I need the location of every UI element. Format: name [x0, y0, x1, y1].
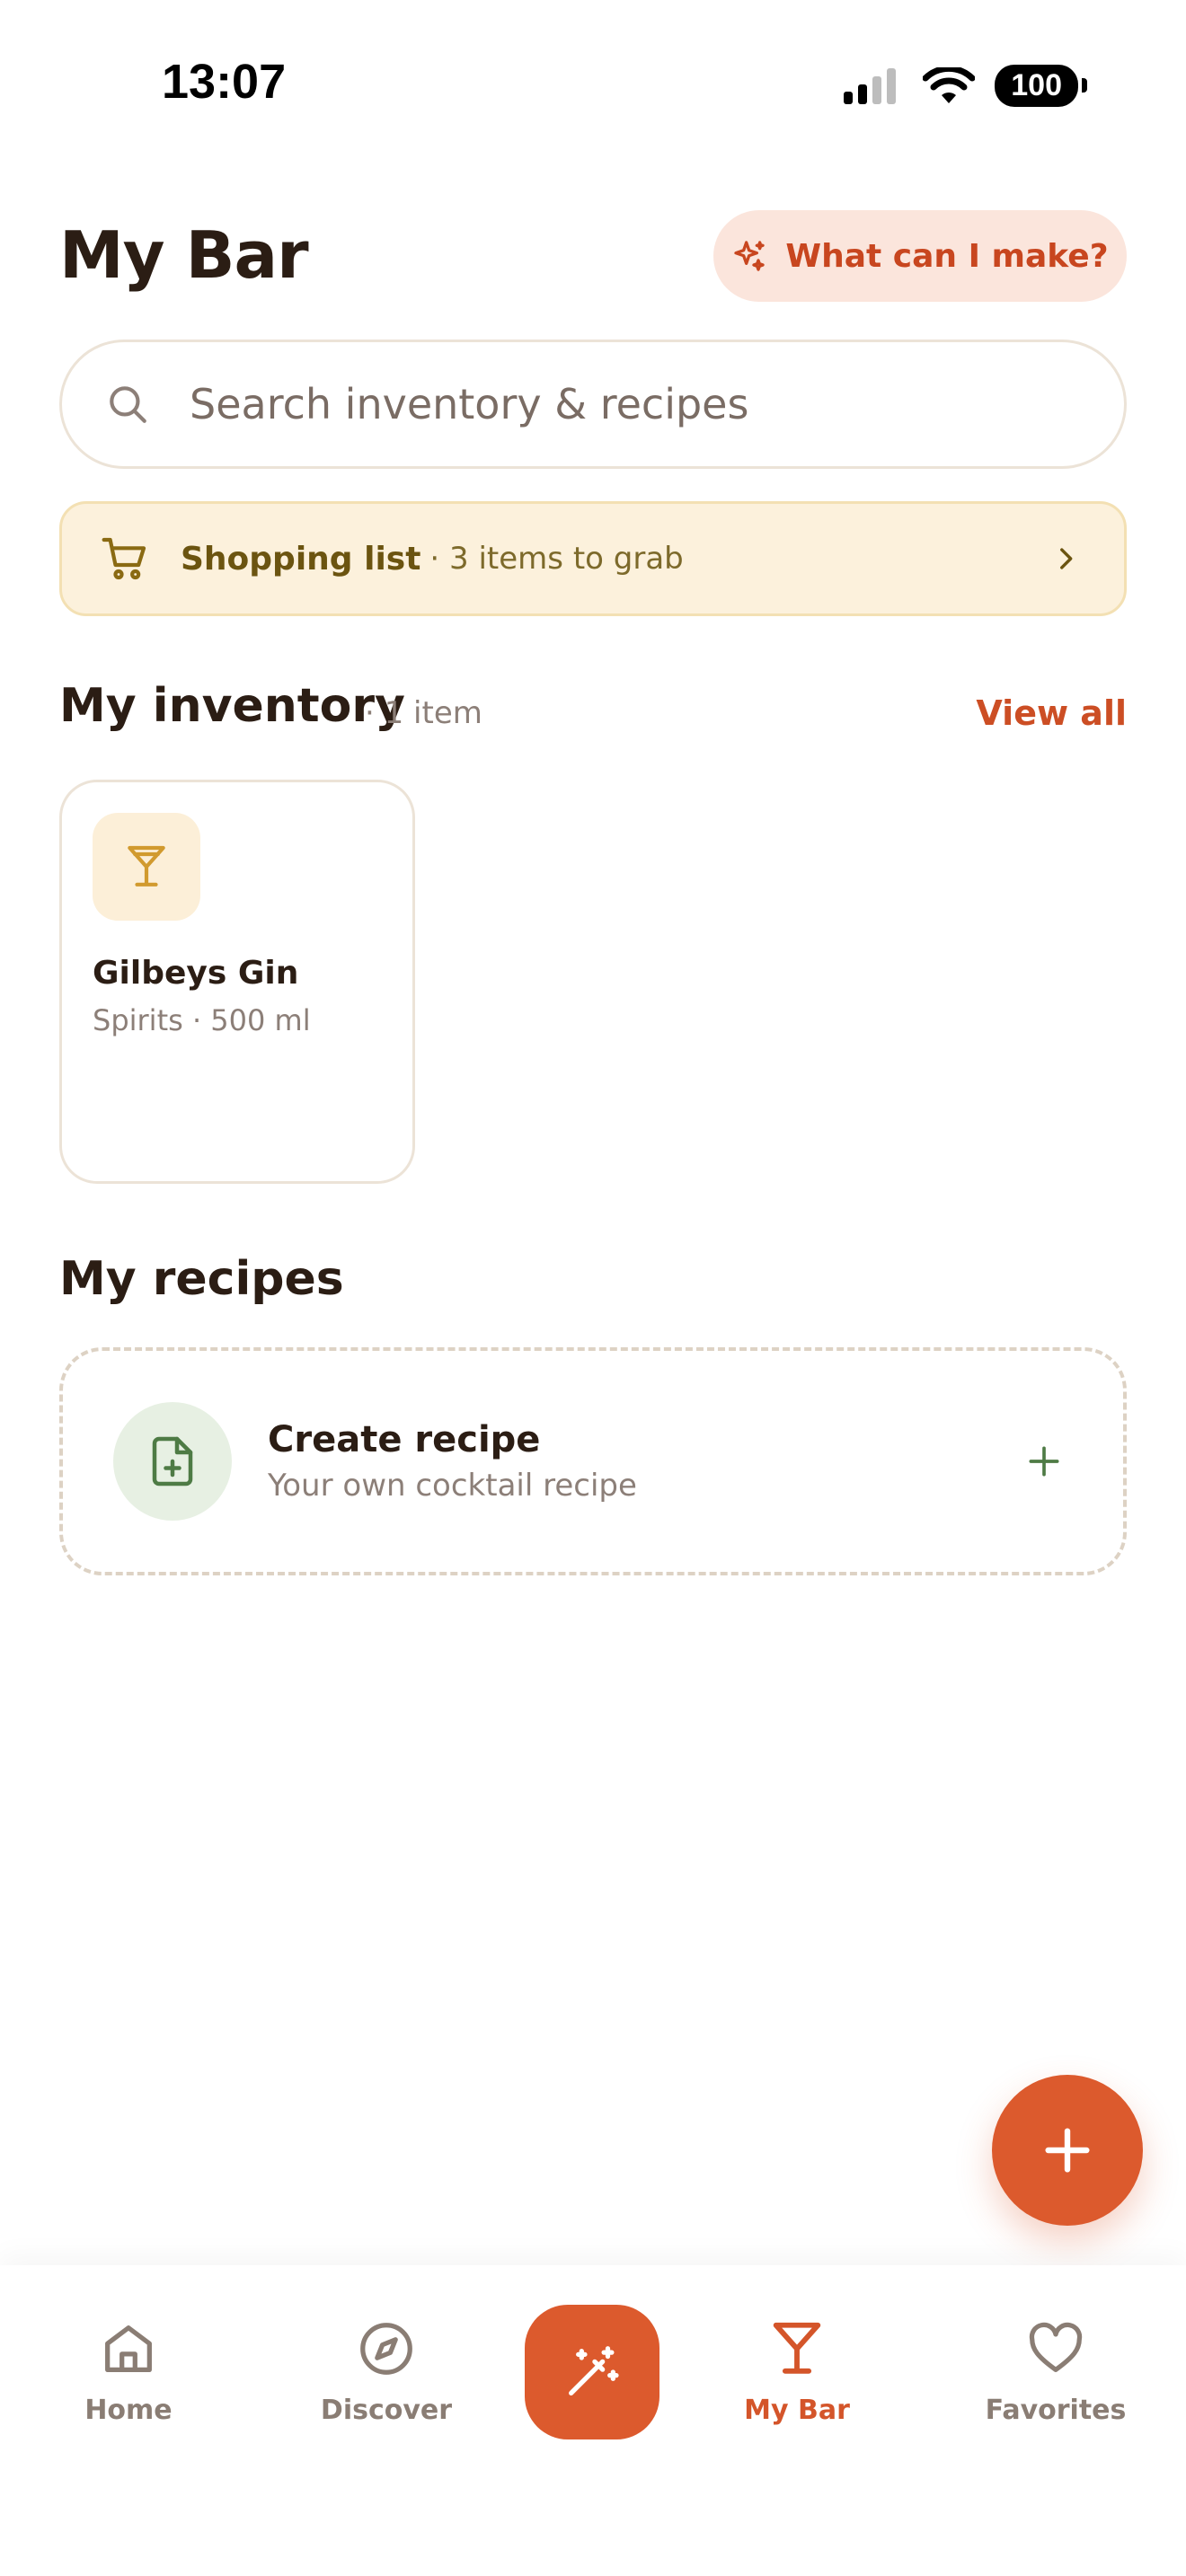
- search-icon: [110, 386, 146, 423]
- nav-item-discover[interactable]: Discover: [288, 2317, 485, 2426]
- sparkle-icon: [734, 241, 766, 271]
- nav-item-my-bar[interactable]: My Bar: [698, 2317, 896, 2426]
- add-fab-button[interactable]: [992, 2075, 1143, 2226]
- cocktail-glass-icon: [128, 845, 165, 887]
- nav-magic-button[interactable]: [525, 2305, 659, 2439]
- inventory-item-thumbnail: [93, 813, 200, 921]
- create-recipe-text: Create recipe Your own cocktail recipe: [268, 1419, 1024, 1504]
- nav-item-favorites[interactable]: Favorites: [957, 2317, 1155, 2426]
- inventory-count: · 1 item: [365, 695, 482, 731]
- inventory-item-card[interactable]: Gilbeys Gin Spirits · 500 ml: [59, 780, 415, 1184]
- nav-label-my-bar: My Bar: [744, 2395, 850, 2426]
- file-plus-icon: [152, 1436, 193, 1486]
- inventory-title: My inventory: [59, 679, 405, 733]
- inventory-item-meta: Spirits · 500 ml: [93, 1003, 311, 1037]
- inventory-item-name: Gilbeys Gin: [93, 955, 299, 992]
- battery-indicator: 100: [995, 65, 1087, 107]
- cocktail-glass-icon: [773, 2322, 821, 2374]
- nav-label-home: Home: [84, 2395, 173, 2426]
- search-input[interactable]: Search inventory & recipes: [59, 340, 1127, 469]
- compass-icon: [360, 2323, 412, 2375]
- view-all-link[interactable]: View all: [976, 693, 1127, 733]
- wifi-icon: [923, 66, 976, 103]
- cart-icon: [102, 537, 146, 580]
- nav-label-favorites: Favorites: [985, 2395, 1127, 2426]
- plus-icon: [1029, 1446, 1059, 1477]
- status-bar: 13:07 100: [0, 0, 1186, 171]
- signal-icon: [844, 67, 897, 104]
- create-recipe-icon-circle: [113, 1402, 232, 1521]
- plus-icon: [1045, 2128, 1090, 2173]
- magic-wand-icon: [569, 2346, 619, 2395]
- bottom-nav: Home Discover My Bar Favorites: [0, 2265, 1186, 2576]
- nav-label-discover: Discover: [320, 2395, 453, 2426]
- heart-icon: [1029, 2322, 1083, 2372]
- shopping-list-label: Shopping list: [181, 540, 421, 578]
- status-time: 13:07: [162, 55, 287, 109]
- shopping-list-summary: · 3 items to grab: [429, 541, 684, 577]
- shopping-list-banner[interactable]: Shopping list · 3 items to grab: [59, 501, 1127, 616]
- chevron-right-icon: [1060, 548, 1073, 569]
- search-placeholder: Search inventory & recipes: [190, 380, 749, 428]
- recipes-title: My recipes: [59, 1252, 344, 1306]
- nav-item-home[interactable]: Home: [30, 2317, 227, 2426]
- page-title: My Bar: [59, 217, 309, 293]
- create-recipe-title: Create recipe: [268, 1419, 541, 1460]
- what-can-i-make-label: What can I make?: [785, 237, 1109, 275]
- home-icon: [105, 2325, 152, 2372]
- what-can-i-make-button[interactable]: What can I make?: [713, 210, 1127, 302]
- status-icons: 100: [844, 65, 1087, 107]
- create-recipe-card[interactable]: Create recipe Your own cocktail recipe: [59, 1347, 1127, 1575]
- create-recipe-subtitle: Your own cocktail recipe: [268, 1468, 637, 1504]
